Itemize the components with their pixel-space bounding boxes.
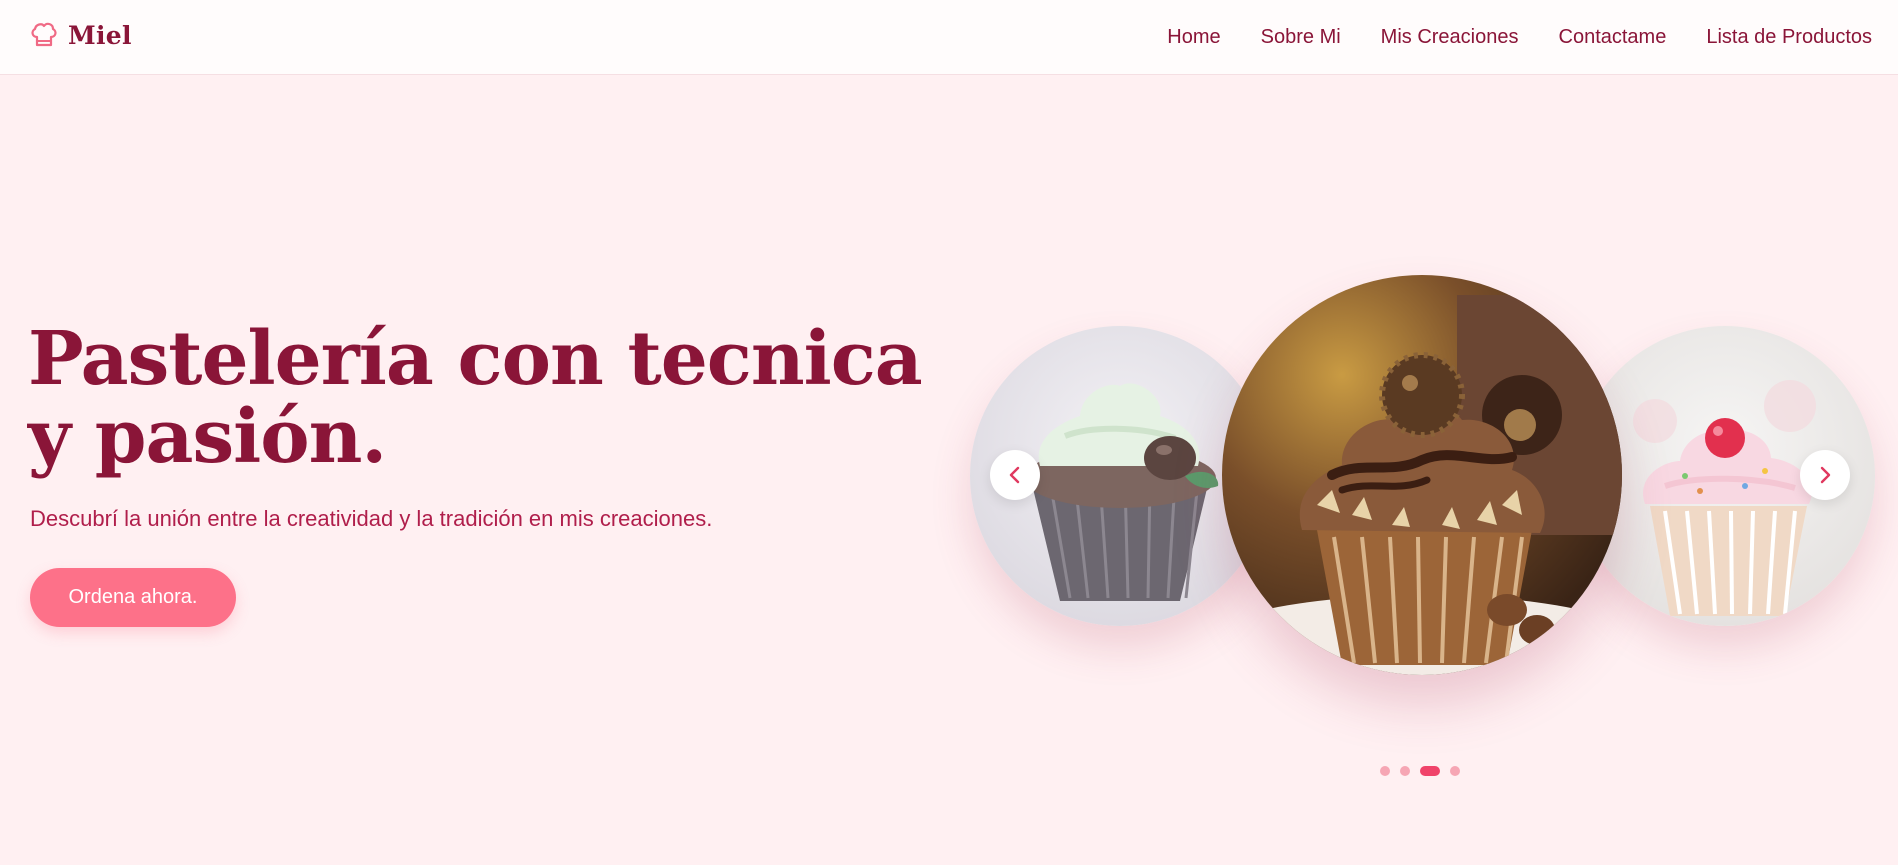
carousel-next-button[interactable] — [1800, 450, 1850, 500]
nav-mis-creaciones[interactable]: Mis Creaciones — [1381, 26, 1519, 49]
nav-contactame[interactable]: Contactame — [1559, 26, 1667, 49]
carousel-slide-chocolate-cupcake[interactable] — [1222, 275, 1622, 675]
carousel-dot-4[interactable] — [1450, 766, 1460, 776]
nav-sobre-mi[interactable]: Sobre Mi — [1261, 26, 1341, 49]
nav-lista-de-productos[interactable]: Lista de Productos — [1706, 26, 1872, 49]
carousel-dot-2[interactable] — [1400, 766, 1410, 776]
chevron-right-icon — [1820, 466, 1831, 484]
chevron-left-icon — [1009, 466, 1020, 484]
hero-title: Pastelería con tecnica y pasión. — [28, 320, 928, 476]
hero-subtitle: Descubrí la unión entre la creatividad y… — [30, 506, 713, 531]
order-now-button[interactable]: Ordena ahora. — [30, 568, 236, 627]
carousel-dot-3-active[interactable] — [1420, 766, 1440, 776]
brand-logo[interactable]: Miel — [30, 20, 132, 50]
chef-hat-icon — [31, 22, 57, 47]
carousel-dot-1[interactable] — [1380, 766, 1390, 776]
product-carousel — [970, 270, 1875, 690]
hero-title-line2: y pasión. — [28, 394, 387, 480]
nav-home[interactable]: Home — [1167, 26, 1220, 49]
cupcake-chocolate-image — [1222, 275, 1622, 675]
site-header: Miel Home Sobre Mi Mis Creaciones Contac… — [0, 0, 1898, 75]
brand-name: Miel — [68, 20, 132, 50]
main-nav: Home Sobre Mi Mis Creaciones Contactame … — [1167, 26, 1872, 49]
carousel-pagination — [1380, 766, 1460, 776]
hero-title-line1: Pastelería con tecnica — [28, 316, 923, 402]
carousel-prev-button[interactable] — [990, 450, 1040, 500]
